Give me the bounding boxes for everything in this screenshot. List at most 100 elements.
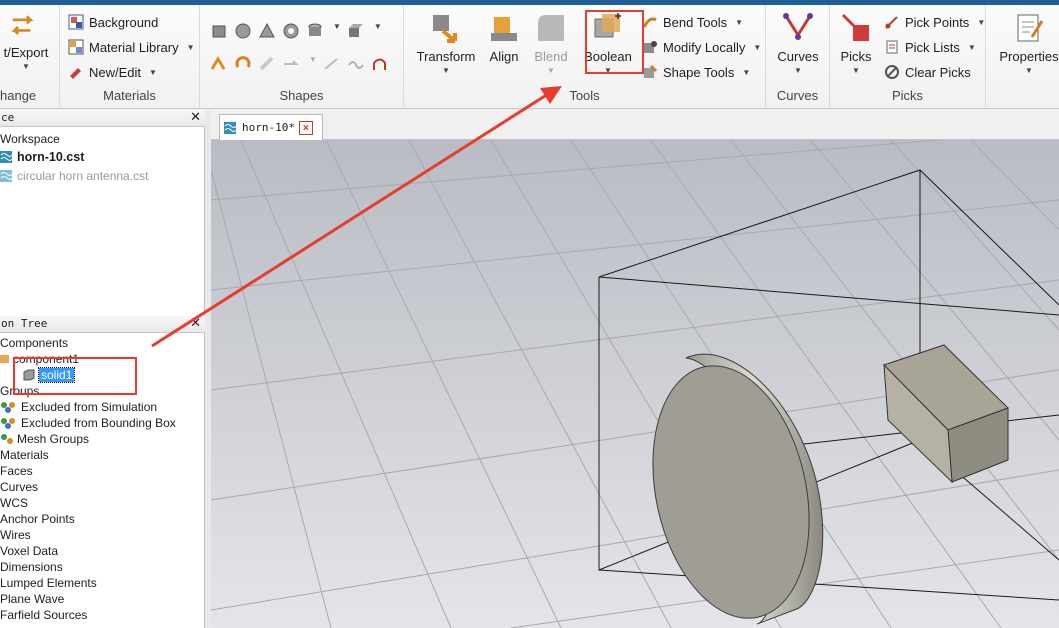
workspace-root[interactable]: Workspace [0,131,60,147]
new-edit-button[interactable]: New/Edit ▼ [68,61,157,83]
transform-button[interactable]: Transform ▼ [412,11,480,75]
tree-item-curves[interactable]: Curves [0,479,38,495]
modify-locally-icon [644,41,657,53]
tree-item-component1[interactable]: component1 [0,351,79,367]
cst-file-icon [0,151,13,163]
tools-group: Transform ▼ Align Blend ▼ Boolean ▼ Bend… [404,5,766,109]
workspace-file-active[interactable]: horn-10.cst [0,149,84,165]
bond-wire-icon[interactable] [371,55,389,73]
chevron-down-icon: ▼ [1025,66,1033,75]
tree-item-groups[interactable]: Groups [0,383,39,399]
bend-tools-button[interactable]: Bend Tools ▼ [642,11,743,33]
chevron-down-icon: ▼ [852,66,860,75]
chevron-down-icon: ▼ [753,42,762,52]
cylinder-icon[interactable] [306,22,324,40]
chevron-down-icon[interactable]: ▼ [309,55,317,73]
tree-item-materials[interactable]: Materials [0,447,49,463]
shape-primitives-row: ▼ ▼ [210,22,382,40]
chevron-down-icon: ▼ [967,42,976,52]
pick-points-button[interactable]: Pick Points ▼ [884,11,985,33]
loft-icon[interactable] [258,55,276,73]
new-edit-icon [70,68,81,79]
properties-icon [1017,14,1044,42]
wire-icon[interactable] [347,55,365,73]
document-tab[interactable]: horn-10* × [219,114,323,140]
materials-group-label: Materials [103,88,156,103]
shape-operations-row: ▼ [210,55,389,73]
clear-picks-button[interactable]: Clear Picks [884,61,971,83]
picks-group-label: Picks [891,88,924,103]
left-pane: ce ✕ Workspace horn-10.cst circular horn… [0,110,205,628]
materials-group: Background Material Library ▼ New/Edit ▼ M… [60,5,200,109]
tree-item-plane-wave[interactable]: Plane Wave [0,591,64,607]
close-tab-icon[interactable]: × [298,120,313,135]
tree-item-anchor-points[interactable]: Anchor Points [0,511,75,527]
tree-item-components[interactable]: Components [0,335,68,351]
background-button[interactable]: Background [68,11,158,33]
chevron-down-icon: ▼ [186,42,195,52]
cone-icon[interactable] [258,22,276,40]
curves-icon [783,13,813,40]
blend-button[interactable]: Blend ▼ [530,11,572,75]
chevron-down-icon[interactable]: ▼ [374,22,382,40]
tree-item-dimensions[interactable]: Dimensions [0,559,63,575]
material-library-icon [68,39,84,55]
shape-tools-button[interactable]: Shape Tools ▼ [642,61,750,83]
tree-item-voxel-data[interactable]: Voxel Data [0,543,58,559]
tree-item-farfield-sources[interactable]: Farfield Sources [0,607,87,623]
3d-viewport[interactable] [211,140,1059,628]
tree-item-wires[interactable]: Wires [0,527,31,543]
chevron-down-icon: ▼ [735,17,744,27]
sweep-icon[interactable] [282,55,300,73]
shapes-group-label: Shapes [279,88,324,103]
component-folder-icon [0,355,9,363]
blend-icon [538,15,564,41]
tree-item-wcs[interactable]: WCS [0,495,28,511]
tree-item-excluded-bounding-box[interactable]: Excluded from Bounding Box [0,415,176,431]
shapes-group: ▼ ▼ ▼ Shapes [200,5,404,109]
mesh-group-icon [1,434,13,444]
boolean-icon [594,13,621,38]
navigation-tree-header: on Tree ✕ [0,316,205,333]
tools-group-label: Tools [569,88,600,103]
chevron-down-icon: ▼ [149,67,157,77]
clear-picks-icon [885,65,899,79]
sphere-icon[interactable] [234,22,252,40]
trace-icon[interactable] [323,55,341,73]
boolean-button[interactable]: Boolean ▼ [580,11,636,75]
tree-item-faces[interactable]: Faces [0,463,33,479]
picks-group: Picks ▼ Pick Points ▼ Pick Lists ▼ Clear P… [830,5,986,109]
curves-button[interactable]: Curves ▼ [772,11,824,75]
chevron-down-icon[interactable]: ▼ [333,22,341,40]
align-button[interactable]: Align [484,11,524,64]
tree-item-solid1[interactable]: solid1 [22,367,76,383]
tree-item-mesh-groups[interactable]: Mesh Groups [0,431,89,447]
picks-button[interactable]: Picks ▼ [834,11,878,75]
chevron-down-icon: ▼ [742,67,751,77]
close-icon[interactable]: ✕ [190,110,201,126]
extrude-icon[interactable] [347,22,365,40]
group-icon [1,402,15,413]
pick-points-icon [885,16,898,29]
material-library-button[interactable]: Material Library ▼ [68,36,195,58]
modify-locally-button[interactable]: Modify Locally ▼ [642,36,761,58]
document-tabstrip: horn-10* × [211,110,1059,140]
chevron-down-icon: ▼ [442,66,450,75]
close-icon[interactable]: ✕ [190,316,201,332]
change-group: t/Export ▼ hange [0,5,60,109]
workspace-file[interactable]: circular horn antenna.cst [0,168,148,184]
import-export-button[interactable]: t/Export ▼ [0,11,56,71]
torus-icon[interactable] [282,22,300,40]
pick-lists-button[interactable]: Pick Lists ▼ [884,36,976,58]
bend-tools-icon [642,17,657,28]
curve-to-solid-icon[interactable] [210,55,228,73]
brick-icon[interactable] [210,22,228,40]
tree-item-lumped-elements[interactable]: Lumped Elements [0,575,97,591]
pick-lists-icon [886,40,898,54]
rotate-icon[interactable] [234,55,252,73]
transform-icon [433,15,457,43]
chevron-down-icon: ▼ [794,66,802,75]
properties-button[interactable]: Properties ▼ [994,11,1059,75]
tree-item-excluded-simulation[interactable]: Excluded from Simulation [0,399,157,415]
cst-file-icon [0,170,13,182]
